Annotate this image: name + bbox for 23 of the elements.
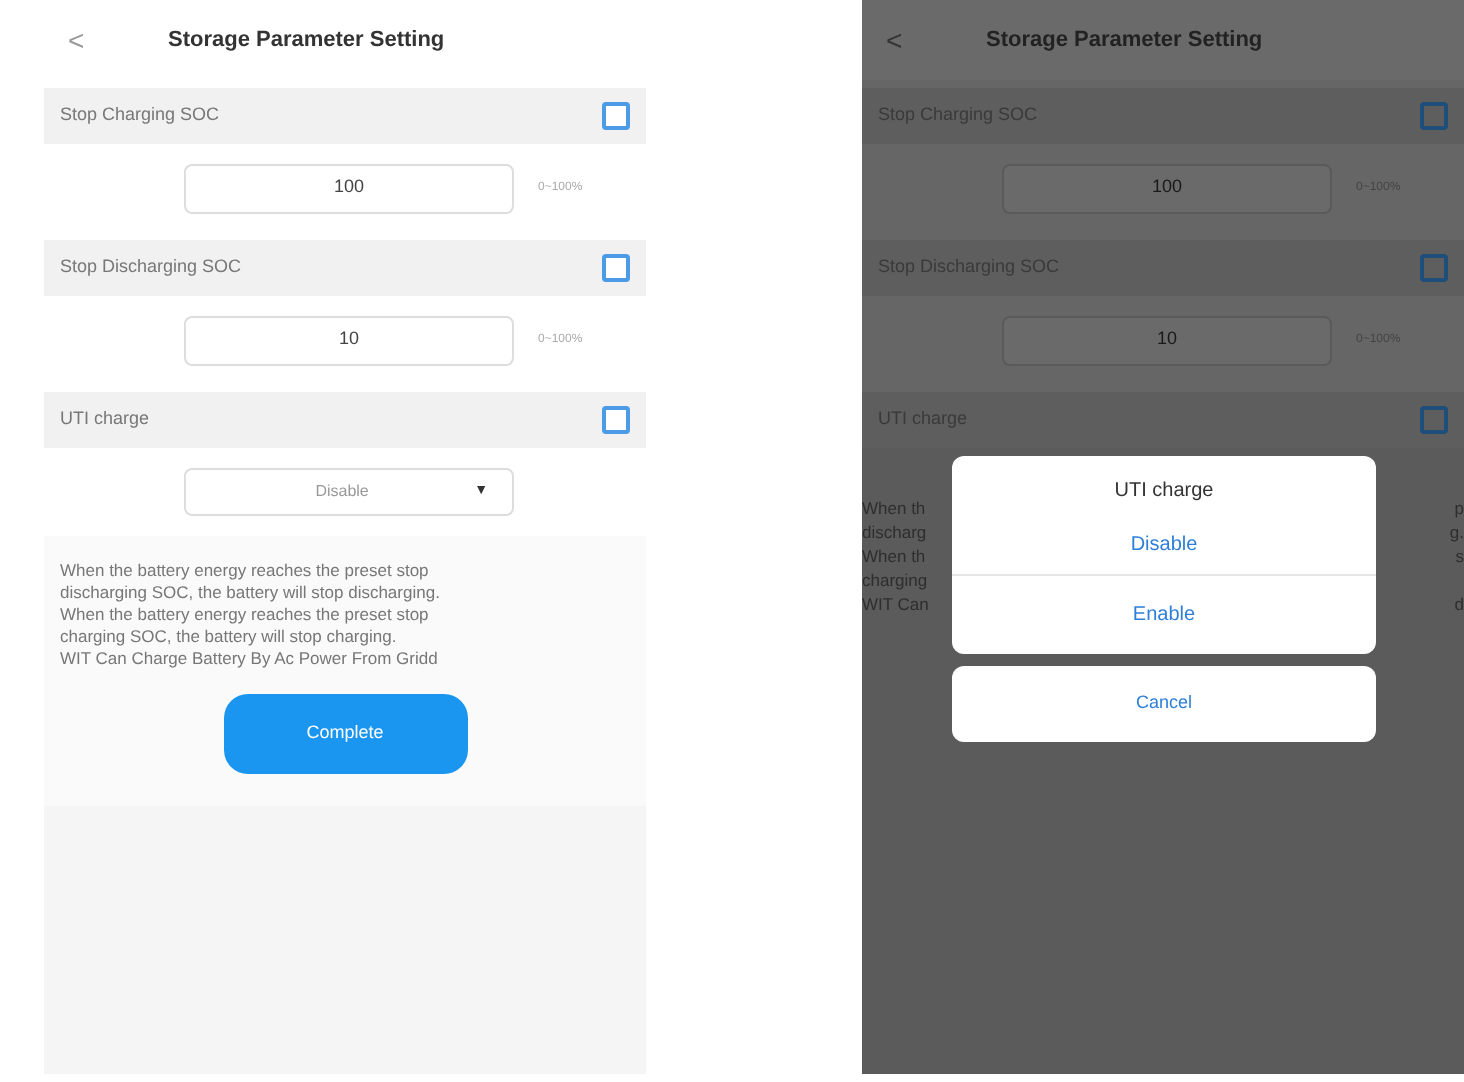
screen-title: Storage Parameter Setting (168, 25, 445, 56)
checkbox[interactable] (602, 254, 630, 282)
description-text: When the battery energy reaches the preset stop discharging SOC, the battery will stop discharging. When the battery energy reaches the preset stop charging SOC, the battery will stop charging. WIT Can Charge Battery By Ac Power From Gridd (60, 560, 442, 670)
checkbox[interactable] (1420, 102, 1448, 130)
checkbox[interactable] (602, 102, 630, 130)
number-field[interactable]: 10 (1002, 315, 1332, 365)
number-field[interactable]: 10 (184, 315, 514, 365)
complete-button[interactable]: Complete (223, 694, 467, 774)
back-button[interactable]: < (886, 19, 986, 61)
checkbox[interactable] (1420, 406, 1448, 434)
action-option[interactable]: Enable (952, 574, 1376, 654)
action-option[interactable]: Disable (952, 514, 1376, 574)
cancel-button[interactable]: Cancel (952, 666, 1376, 742)
back-button[interactable]: < (68, 19, 168, 61)
setting-label: Stop Discharging SOC (60, 254, 242, 281)
number-field[interactable]: 100 (1002, 163, 1332, 213)
screen-title: Storage Parameter Setting (986, 25, 1263, 56)
checkbox[interactable] (1420, 254, 1448, 282)
action-sheet-title: UTI charge (1112, 478, 1216, 506)
checkbox[interactable] (602, 406, 630, 434)
number-field[interactable]: 100 (184, 163, 514, 213)
setting-label: Stop Charging SOC (60, 102, 220, 129)
setting-label: UTI charge (60, 406, 150, 433)
